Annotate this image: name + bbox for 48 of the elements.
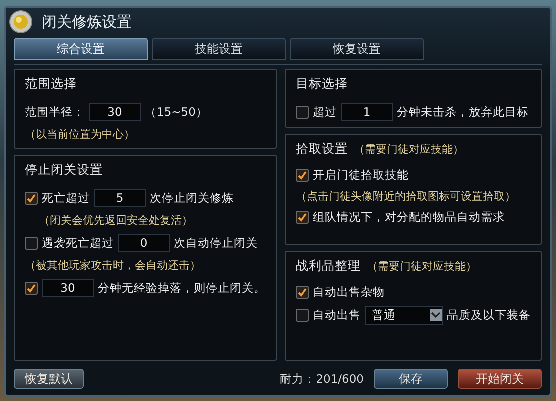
section-title: 停止闭关设置 [25,162,103,179]
option-label: 品质及以下装备 [447,308,531,322]
checkbox[interactable] [296,106,309,118]
option-label: 分钟未击杀，放弃此目标 [397,104,529,120]
section-note: （需要门徒对应技能） [367,258,477,274]
save-button[interactable]: 保存 [374,369,448,389]
tab[interactable]: 恢复设置 [290,38,424,60]
hint-text: （闭关会优先返回安全处复活） [39,213,193,228]
option-label: （15~50） [145,104,208,120]
section-title: 战利品整理 [296,258,361,274]
option-label: 次自动停止闭关 [174,236,258,250]
hint-text: （点击门徒头像附近的拾取图标可设置拾取） [296,189,516,204]
option-label: 开启门徒拾取技能 [313,168,409,183]
checkbox[interactable] [25,282,38,294]
number-field[interactable]: 5 [94,189,146,207]
option-label: 次停止闭关修炼 [150,190,234,206]
section-note: （需要门徒对应技能） [354,142,464,157]
start-button[interactable]: 开始闭关 [458,369,542,389]
number-field[interactable]: 30 [42,279,94,297]
reset-button[interactable]: 恢复默认 [14,369,84,389]
option-label: 组队情况下，对分配的物品自动需求 [313,210,505,225]
quality-dropdown[interactable]: 普通 [365,306,443,324]
tab[interactable]: 技能设置 [152,38,286,60]
checkbox[interactable] [296,169,309,182]
checkbox[interactable] [296,308,309,322]
section-title: 目标选择 [296,76,348,93]
tab[interactable]: 综合设置 [14,38,148,60]
checkbox[interactable] [296,286,309,298]
option-label: 自动出售杂物 [313,284,385,300]
checkbox[interactable] [296,211,309,224]
hint-text: （被其他玩家攻击时，会自动还击） [25,258,201,273]
dropdown-arrow-icon [430,309,442,321]
option-label: 范围半径： [25,104,85,120]
number-field[interactable]: 0 [118,234,170,252]
durability-label: 耐力：201/600 [280,372,364,386]
window-title: 闭关修炼设置 [42,12,132,32]
hint-text: （以当前位置为中心） [25,127,135,142]
checkbox[interactable] [25,192,38,204]
checkbox[interactable] [25,236,38,250]
section-title: 范围选择 [25,76,77,93]
option-label: 自动出售 [313,308,361,322]
option-label: 分钟无经验掉落，则停止闭关。 [98,280,266,296]
option-label: 死亡超过 [42,190,90,206]
number-field[interactable]: 1 [341,103,393,121]
option-label: 遇袭死亡超过 [42,236,114,250]
option-label: 超过 [313,104,337,120]
section-title: 拾取设置 [296,141,348,158]
number-field[interactable]: 30 [89,103,141,121]
